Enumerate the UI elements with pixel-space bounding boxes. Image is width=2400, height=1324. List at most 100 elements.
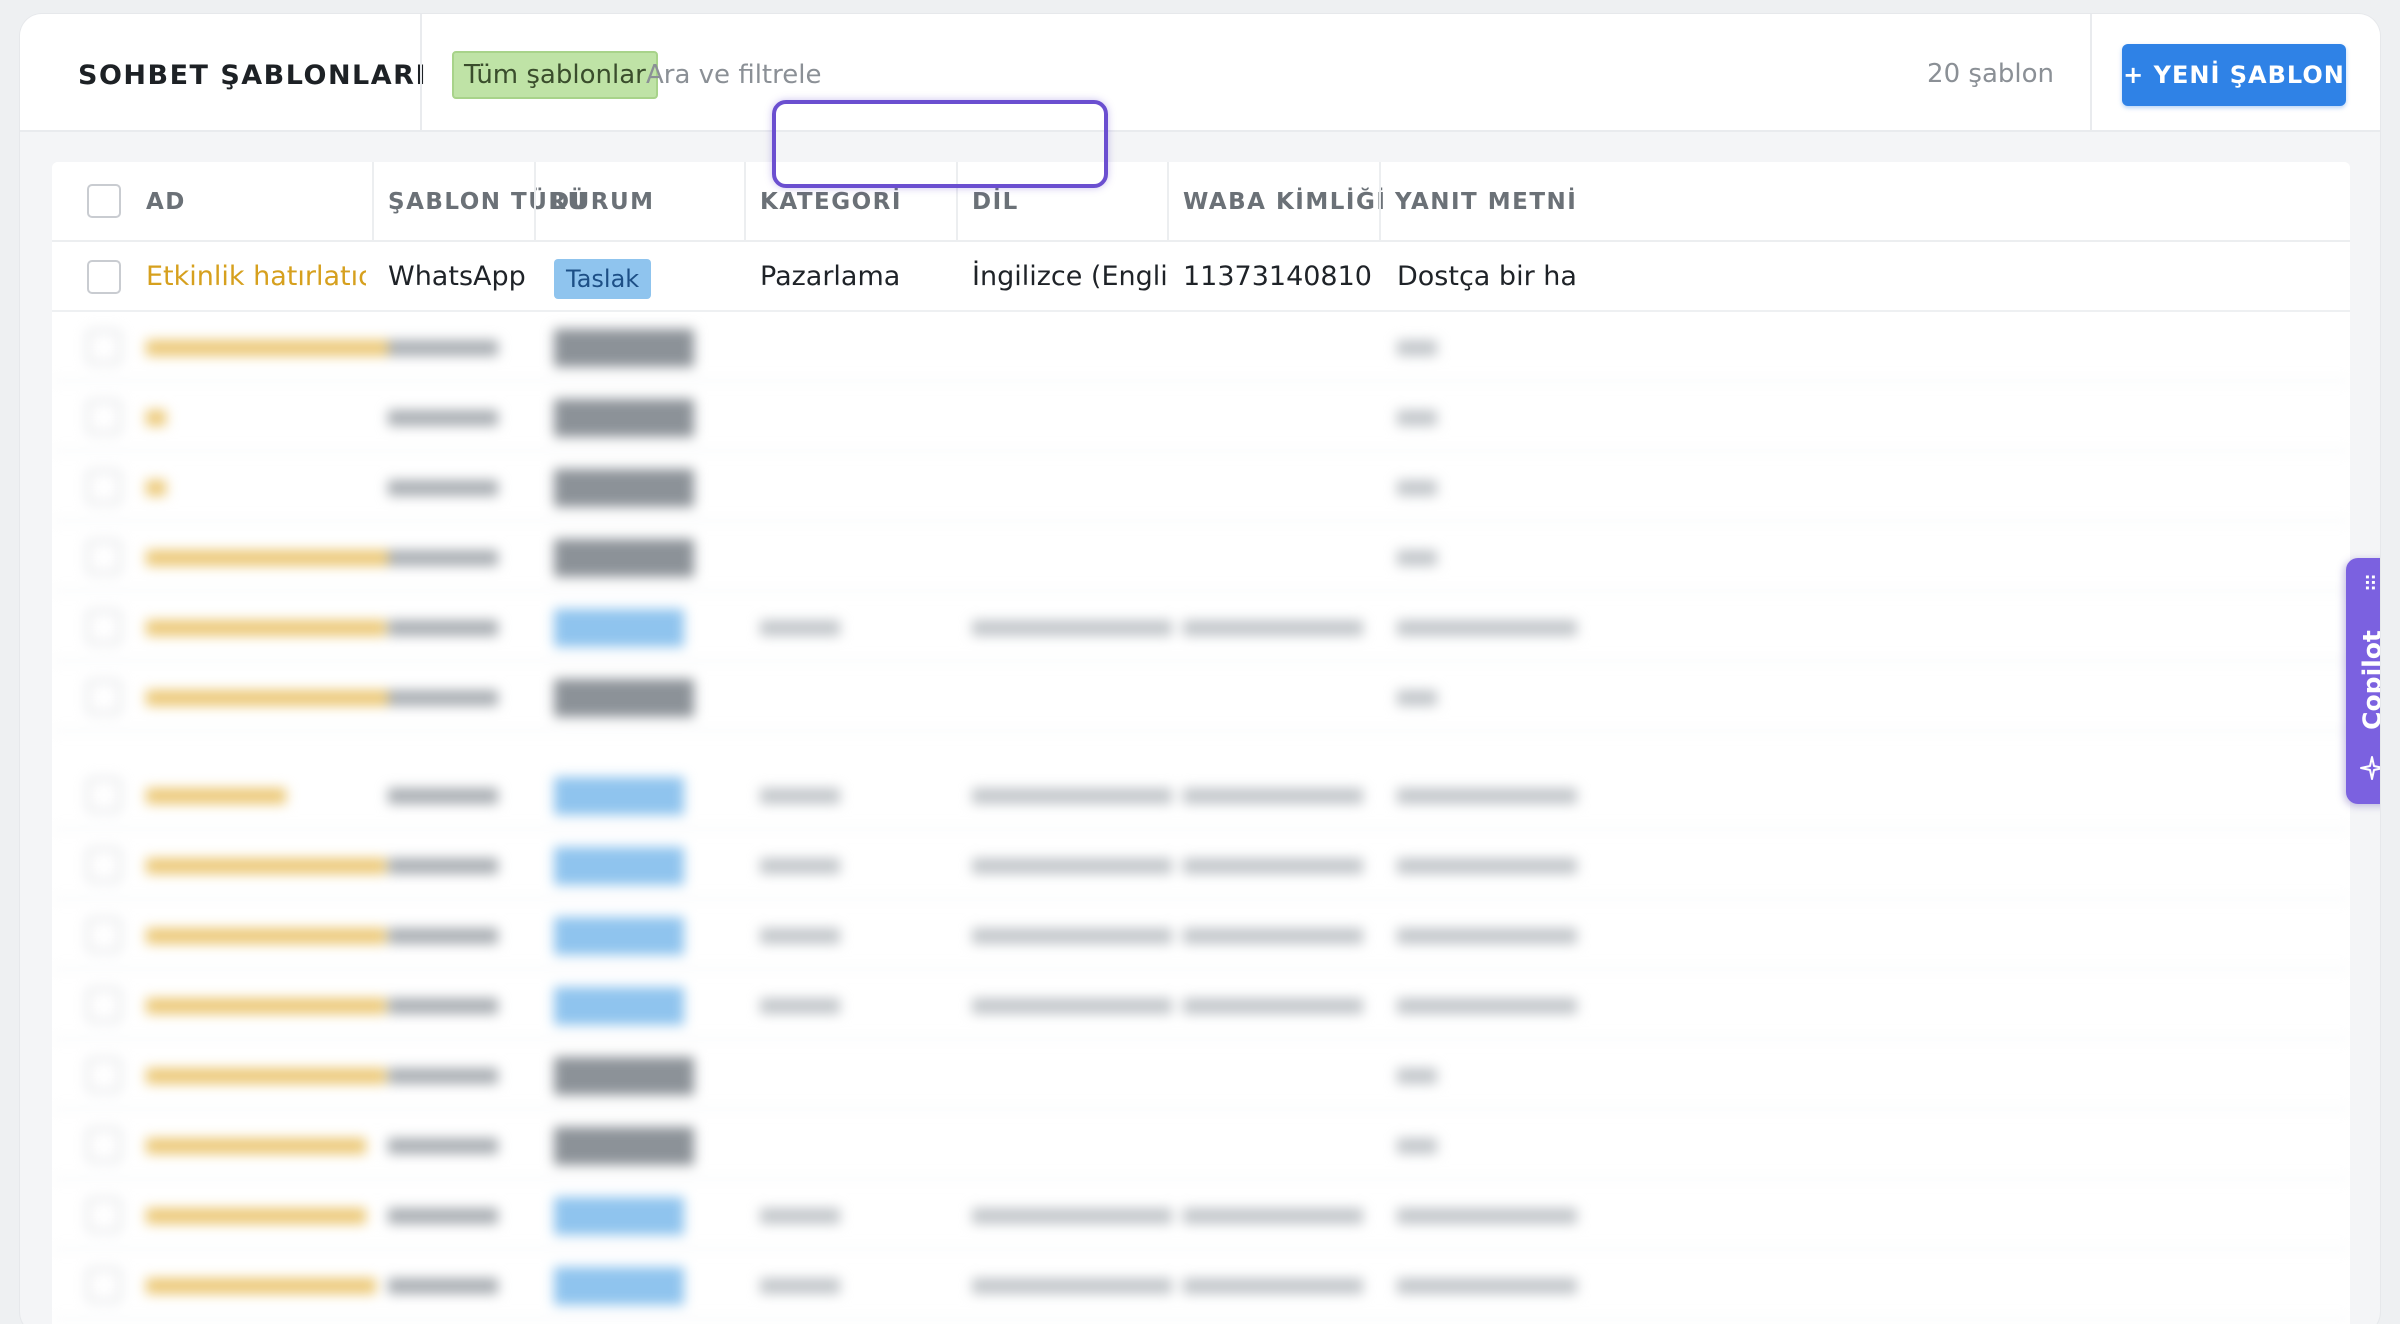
blurred-status <box>554 987 684 1025</box>
table-row[interactable] <box>52 662 2350 732</box>
blurred-status <box>554 399 694 437</box>
row-checkbox[interactable] <box>87 540 121 574</box>
blurred-rows <box>52 312 2350 1324</box>
drag-handle-icon[interactable]: ⠿ <box>2363 574 2378 594</box>
blurred-status <box>554 469 694 507</box>
blurred-type <box>388 858 498 874</box>
table-row[interactable] <box>52 830 2350 900</box>
blurred-type <box>388 1138 498 1154</box>
blurred-cell <box>760 858 840 874</box>
column-header-status[interactable]: DURUM <box>550 162 655 242</box>
reply-text: Dostça bir hatırlatma <box>1397 261 1577 292</box>
row-checkbox[interactable] <box>87 848 121 882</box>
copilot-side-tab[interactable]: ⠿ Copilot <box>2346 558 2380 804</box>
blurred-cell <box>760 620 840 636</box>
row-checkbox[interactable] <box>87 680 121 714</box>
blurred-name <box>146 410 166 426</box>
templates-table: AD ŞABLON TÜRÜ DURUM KATEGORİ DİL WABA K… <box>52 162 2350 1324</box>
column-divider <box>1379 162 1381 242</box>
waba-id: 113731408101889 <box>1183 261 1373 292</box>
page-title: SOHBET ŞABLONLARI <box>78 60 427 91</box>
blurred-name <box>146 1138 366 1154</box>
blurred-status <box>554 329 694 367</box>
column-divider <box>1167 162 1169 242</box>
table-row[interactable] <box>52 1180 2350 1250</box>
table-row[interactable] <box>52 382 2350 452</box>
blurred-cell <box>972 620 1172 636</box>
table-row[interactable] <box>52 1110 2350 1180</box>
row-checkbox[interactable] <box>87 1198 121 1232</box>
table-row[interactable] <box>52 312 2350 382</box>
blurred-cell <box>1183 858 1363 874</box>
row-checkbox[interactable] <box>87 1268 121 1302</box>
column-header-waba-id[interactable]: WABA KİMLİĞİ <box>1183 162 1386 242</box>
blurred-reply <box>1397 1208 1577 1224</box>
blurred-reply <box>1397 620 1577 636</box>
status-cell-highlight <box>772 100 1108 188</box>
copilot-label: Copilot <box>2357 630 2381 730</box>
search-input[interactable] <box>646 52 1346 98</box>
row-checkbox[interactable] <box>87 778 121 812</box>
blurred-type <box>388 1068 498 1084</box>
blurred-status <box>554 539 694 577</box>
blurred-name <box>146 690 406 706</box>
blurred-type <box>388 550 498 566</box>
template-name-link[interactable]: Etkinlik hatırlatıcısı <box>146 242 366 312</box>
divider <box>2090 14 2092 132</box>
row-checkbox[interactable] <box>87 1058 121 1092</box>
row-checkbox[interactable] <box>87 260 121 294</box>
column-header-reply-text[interactable]: YANIT METNİ <box>1395 162 1577 242</box>
blurred-status <box>554 1127 694 1165</box>
blurred-reply <box>1397 1278 1577 1294</box>
blurred-type <box>388 1208 498 1224</box>
blurred-reply <box>1397 1138 1437 1154</box>
row-checkbox[interactable] <box>87 918 121 952</box>
row-checkbox[interactable] <box>87 400 121 434</box>
template-count: 20 şablon <box>1927 59 2054 89</box>
row-checkbox[interactable] <box>87 330 121 364</box>
blurred-status <box>554 1267 684 1305</box>
table-row[interactable] <box>52 1250 2350 1320</box>
blurred-cell <box>1183 1208 1363 1224</box>
row-checkbox[interactable] <box>87 988 121 1022</box>
table-row[interactable] <box>52 970 2350 1040</box>
blurred-name <box>146 788 286 804</box>
table-row[interactable] <box>52 900 2350 970</box>
blurred-type <box>388 620 498 636</box>
blurred-name <box>146 620 386 636</box>
column-header-name[interactable]: AD <box>146 162 186 242</box>
blurred-cell <box>1183 1278 1363 1294</box>
new-template-button[interactable]: + YENİ ŞABLON <box>2122 44 2346 106</box>
blurred-name <box>146 928 386 944</box>
blurred-cell <box>972 1208 1172 1224</box>
column-divider <box>744 162 746 242</box>
blurred-name <box>146 1068 386 1084</box>
table-row[interactable] <box>52 522 2350 592</box>
table-row[interactable] <box>52 1040 2350 1110</box>
blurred-cell <box>1183 620 1363 636</box>
status-badge: Taslak <box>554 259 652 299</box>
blurred-cell <box>760 998 840 1014</box>
blurred-reply <box>1397 340 1437 356</box>
row-checkbox[interactable] <box>87 470 121 504</box>
table-row-focused[interactable]: Etkinlik hatırlatıcısı WhatsApp Taslak P… <box>52 242 2350 312</box>
select-all-checkbox[interactable] <box>87 184 121 218</box>
filter-tag-all-templates[interactable]: Tüm şablonlar <box>452 51 658 99</box>
table-row[interactable] <box>52 760 2350 830</box>
blurred-reply <box>1397 550 1437 566</box>
blurred-status <box>554 679 694 717</box>
blurred-cell <box>972 998 1172 1014</box>
row-checkbox[interactable] <box>87 1128 121 1162</box>
blurred-name <box>146 858 386 874</box>
row-checkbox[interactable] <box>87 610 121 644</box>
blurred-reply <box>1397 480 1437 496</box>
blurred-reply <box>1397 928 1577 944</box>
table-row[interactable] <box>52 592 2350 662</box>
blurred-type <box>388 690 498 706</box>
table-row[interactable] <box>52 452 2350 522</box>
blurred-status <box>554 609 684 647</box>
blurred-cell <box>972 788 1172 804</box>
blurred-name <box>146 480 166 496</box>
blurred-cell <box>972 858 1172 874</box>
blurred-cell <box>1183 928 1363 944</box>
